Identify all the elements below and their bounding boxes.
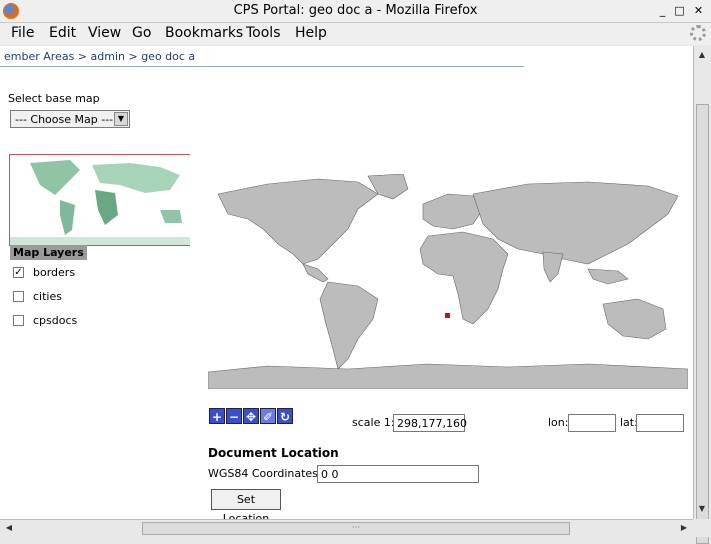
- scroll-left-icon[interactable]: ◀: [2, 521, 16, 535]
- wgs-coordinates-input[interactable]: 0 0: [317, 465, 479, 483]
- pan-icon[interactable]: ✥: [243, 408, 259, 424]
- overview-map-image: [10, 160, 190, 245]
- chevron-down-icon: ▼: [114, 112, 128, 126]
- scroll-up-icon[interactable]: ▲: [695, 48, 709, 62]
- layer-cities-checkbox[interactable]: [13, 291, 24, 302]
- select-icon[interactable]: ✐: [260, 408, 276, 424]
- lat-input[interactable]: [636, 414, 684, 432]
- wgs-label: WGS84 Coordinates:: [208, 467, 322, 480]
- horizontal-scroll-thumb[interactable]: ···: [142, 522, 570, 535]
- scroll-down-icon[interactable]: ▼: [695, 502, 709, 516]
- scrollbar-corner: [693, 519, 711, 537]
- breadcrumb: ember Areas > admin > geo doc a: [4, 50, 196, 63]
- breadcrumb-item[interactable]: geo doc a: [141, 50, 195, 63]
- breadcrumb-item[interactable]: admin: [91, 50, 125, 63]
- map-layers-title: Map Layers: [10, 245, 87, 260]
- menu-edit[interactable]: Edit: [49, 25, 76, 41]
- lon-input[interactable]: [568, 414, 616, 432]
- scale-label: scale 1:: [352, 416, 395, 429]
- close-button[interactable]: ✕: [692, 4, 705, 17]
- base-map-label: Select base map: [8, 92, 100, 105]
- layer-label: borders: [33, 266, 76, 279]
- layer-cpsdocs-checkbox[interactable]: [13, 315, 24, 326]
- world-map[interactable]: [208, 174, 688, 389]
- breadcrumb-item[interactable]: ember Areas: [4, 50, 74, 63]
- menu-view[interactable]: View: [88, 25, 121, 41]
- horizontal-scrollbar[interactable]: ◀ ··· ▶: [0, 519, 693, 537]
- menubar: File Edit View Go Bookmarks Tools Help: [0, 23, 711, 45]
- refresh-icon[interactable]: ↻: [277, 408, 293, 424]
- window-title: CPS Portal: geo doc a - Mozilla Firefox: [233, 3, 478, 18]
- layer-borders-checkbox[interactable]: ✓: [13, 267, 24, 278]
- layer-label: cpsdocs: [33, 314, 78, 327]
- set-location-button[interactable]: Set Location: [211, 489, 281, 519]
- vertical-scrollbar[interactable]: ▲ ▼: [693, 46, 711, 544]
- scale-input[interactable]: 298,177,160: [393, 414, 467, 432]
- menu-tools[interactable]: Tools: [246, 25, 281, 41]
- divider: [0, 66, 524, 67]
- throbber-icon: [690, 25, 706, 41]
- scroll-right-icon[interactable]: ▶: [677, 521, 691, 535]
- menu-file[interactable]: File: [11, 25, 34, 41]
- page-content: ember Areas > admin > geo doc a Select b…: [0, 46, 693, 519]
- document-marker: [445, 313, 450, 318]
- menu-bookmarks[interactable]: Bookmarks: [165, 25, 243, 41]
- world-map-image: [208, 174, 688, 389]
- layer-label: cities: [33, 290, 62, 303]
- base-map-select[interactable]: --- Choose Map --- ▼: [10, 110, 130, 128]
- vertical-scroll-thumb[interactable]: [696, 104, 709, 544]
- zoom-in-icon[interactable]: +: [209, 408, 225, 424]
- menu-help[interactable]: Help: [295, 25, 327, 41]
- document-location-title: Document Location: [208, 446, 339, 460]
- zoom-out-icon[interactable]: −: [226, 408, 242, 424]
- minimize-button[interactable]: _: [656, 4, 669, 17]
- overview-map[interactable]: [9, 154, 190, 246]
- window-titlebar: CPS Portal: geo doc a - Mozilla Firefox …: [0, 0, 711, 23]
- base-map-selected: --- Choose Map ---: [15, 113, 114, 126]
- menu-go[interactable]: Go: [132, 25, 151, 41]
- maximize-button[interactable]: □: [673, 4, 686, 17]
- lon-label: lon:: [548, 416, 569, 429]
